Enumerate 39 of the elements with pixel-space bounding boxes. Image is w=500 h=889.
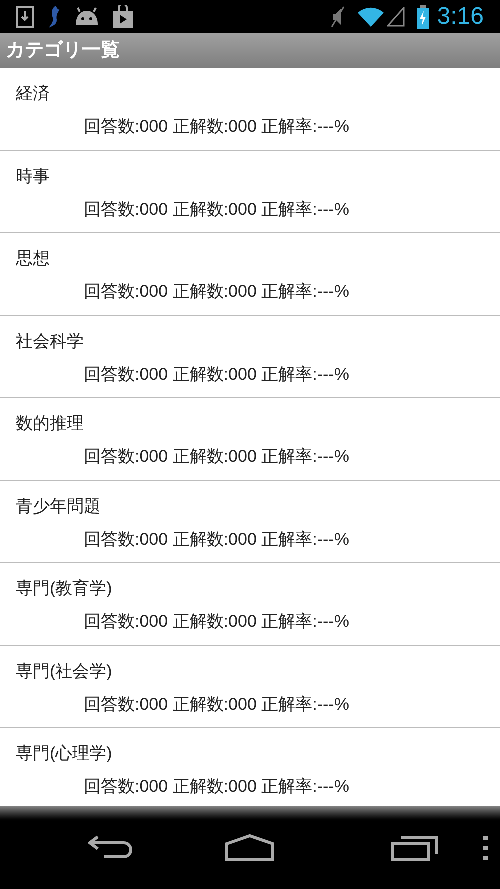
category-stats: 回答数:000 正解数:000 正解率:---%: [84, 364, 350, 386]
category-item[interactable]: 専門(社会学) 回答数:000 正解数:000 正解率:---%: [0, 646, 500, 728]
wifi-icon: [357, 6, 386, 26]
category-stats: 回答数:000 正解数:000 正解率:---%: [84, 776, 350, 798]
clock-time: 3:16: [437, 4, 484, 28]
home-icon[interactable]: [225, 834, 275, 862]
recent-apps-icon[interactable]: [391, 834, 439, 862]
category-name: 数的推理: [16, 413, 84, 435]
category-item[interactable]: 時事 回答数:000 正解数:000 正解率:---%: [0, 150, 500, 233]
muted-speaker-icon: [331, 6, 346, 28]
title-text: カテゴリ一覧: [6, 41, 120, 60]
category-stats: 回答数:000 正解数:000 正解率:---%: [84, 611, 350, 633]
category-stats: 回答数:000 正解数:000 正解率:---%: [84, 198, 350, 220]
category-name: 時事: [16, 166, 50, 188]
category-stats: 回答数:000 正解数:000 正解率:---%: [84, 694, 350, 716]
category-stats: 回答数:000 正解数:000 正解率:---%: [84, 446, 350, 468]
category-item[interactable]: 数的推理 回答数:000 正解数:000 正解率:---%: [0, 398, 500, 480]
category-name: 思想: [16, 248, 50, 270]
category-stats: 回答数:000 正解数:000 正解率:---%: [84, 281, 350, 303]
category-item[interactable]: 思想 回答数:000 正解数:000 正解率:---%: [0, 233, 500, 316]
category-name: 経済: [16, 83, 50, 105]
category-name: 社会科学: [16, 330, 84, 352]
play-store-icon: [112, 4, 134, 28]
signal-icon: [387, 6, 406, 26]
category-name: 専門(心理学): [16, 743, 112, 765]
category-name: 専門(社会学): [16, 660, 112, 682]
battery-icon: [417, 4, 430, 28]
category-stats: 回答数:000 正解数:000 正解率:---%: [84, 116, 350, 138]
category-stats: 回答数:000 正解数:000 正解率:---%: [84, 528, 350, 550]
category-item[interactable]: 社会科学 回答数:000 正解数:000 正解率:---%: [0, 316, 500, 398]
android-icon: [74, 6, 100, 26]
menu-icon[interactable]: [483, 836, 488, 860]
category-name: 専門(教育学): [16, 578, 112, 600]
back-icon[interactable]: [88, 834, 134, 860]
category-name: 青少年問題: [16, 496, 101, 518]
category-item[interactable]: 青少年問題 回答数:000 正解数:000 正解率:---%: [0, 480, 500, 563]
category-item[interactable]: 専門(教育学) 回答数:000 正解数:000 正解率:---%: [0, 563, 500, 646]
category-item[interactable]: 経済 回答数:000 正解数:000 正解率:---%: [0, 68, 500, 150]
download-icon: [16, 6, 34, 28]
